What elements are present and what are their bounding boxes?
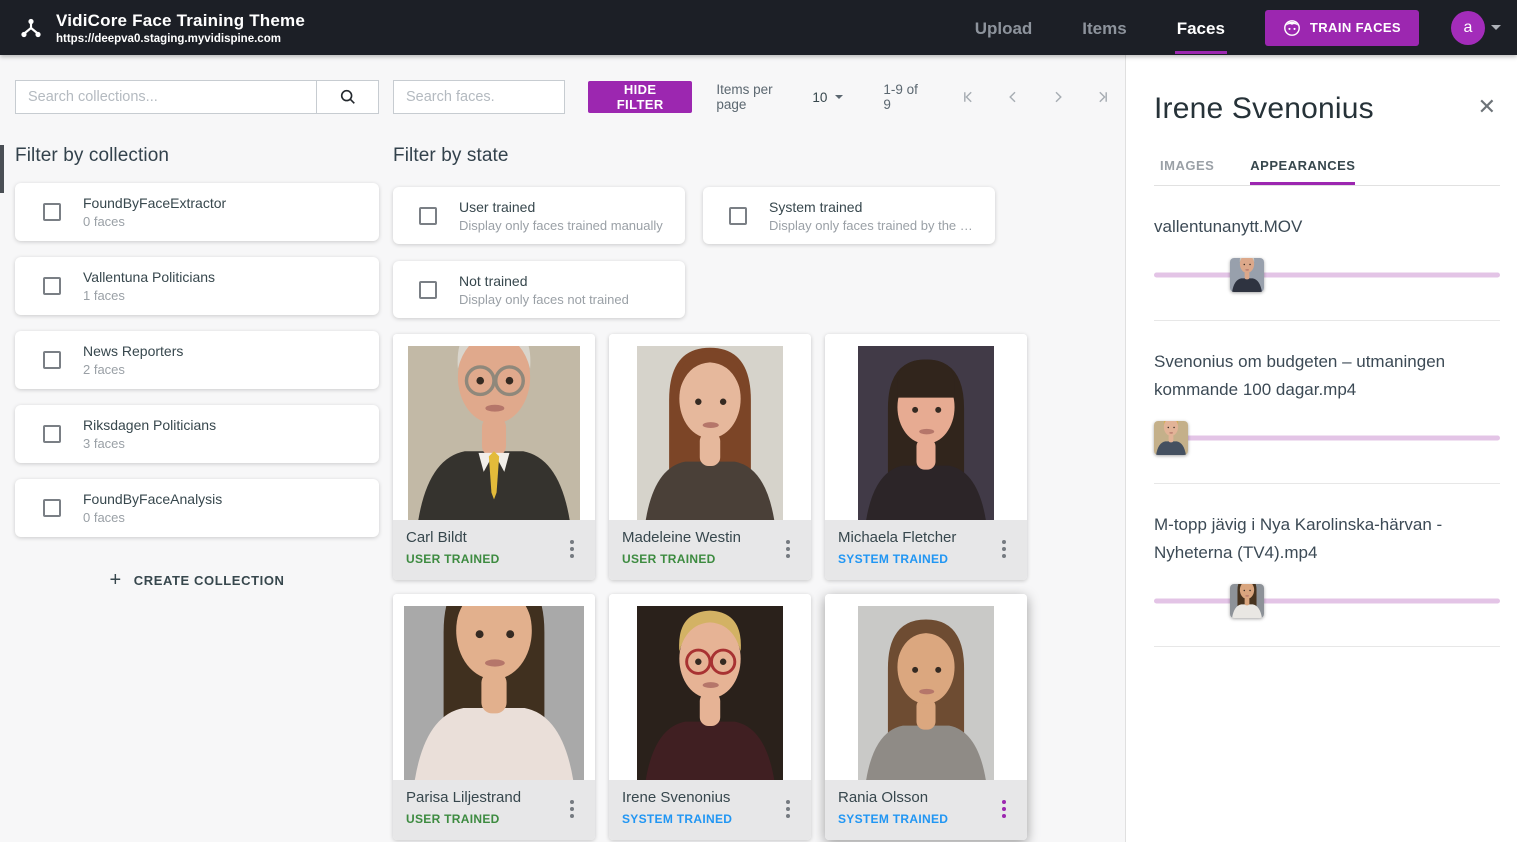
- timeline-bar: [1154, 273, 1500, 278]
- collection-checkbox[interactable]: [43, 351, 61, 369]
- state-checkbox[interactable]: [729, 207, 747, 225]
- timeline-bar: [1154, 436, 1500, 441]
- face-photo: [858, 606, 994, 780]
- vidicore-logo-icon: [14, 15, 48, 41]
- search-icon: [339, 88, 357, 106]
- nav-item-items[interactable]: Items: [1080, 2, 1128, 54]
- pagination-range: 1-9 of 9: [883, 82, 923, 112]
- nav-item-upload[interactable]: Upload: [973, 2, 1035, 54]
- card-menu-button[interactable]: [555, 789, 589, 829]
- collection-checkbox[interactable]: [43, 425, 61, 443]
- state-filter-system-trained[interactable]: System trained Display only faces traine…: [703, 187, 995, 244]
- state-checkbox[interactable]: [419, 281, 437, 299]
- chevron-down-icon: [835, 95, 843, 99]
- main-nav: Upload Items Faces: [973, 2, 1227, 54]
- collection-card[interactable]: FoundByFaceAnalysis 0 faces: [15, 479, 379, 537]
- state-filters: User trained Display only faces trained …: [393, 187, 1125, 318]
- state-checkbox[interactable]: [419, 207, 437, 225]
- previous-page-button[interactable]: [990, 84, 1035, 110]
- card-menu-button[interactable]: [987, 789, 1021, 829]
- app-header: VidiCore Face Training Theme https://dee…: [0, 0, 1517, 55]
- next-page-button[interactable]: [1035, 84, 1080, 110]
- detail-panel-title: Irene Svenonius: [1154, 92, 1474, 126]
- face-card[interactable]: Michaela Fletcher SYSTEM TRAINED: [825, 334, 1027, 580]
- last-page-button[interactable]: [1080, 84, 1125, 110]
- face-card[interactable]: Irene Svenonius SYSTEM TRAINED: [609, 594, 811, 840]
- collection-card[interactable]: Riksdagen Politicians 3 faces: [15, 405, 379, 463]
- collection-card[interactable]: Vallentuna Politicians 1 faces: [15, 257, 379, 315]
- timeline-bar: [1154, 599, 1500, 604]
- state-filter-user-trained[interactable]: User trained Display only faces trained …: [393, 187, 685, 244]
- face-photo: [858, 346, 994, 520]
- appearance-filename: M-topp jävig i Nya Karolinska-härvan - N…: [1154, 511, 1500, 567]
- timeline-thumbnail[interactable]: [1230, 258, 1264, 292]
- items-per-page-label: Items per page: [716, 82, 794, 112]
- collection-checkbox[interactable]: [43, 203, 61, 221]
- card-menu-button[interactable]: [771, 529, 805, 569]
- app-url: https://deepva0.staging.myvidispine.com: [56, 33, 305, 45]
- hide-filter-button[interactable]: HIDE FILTER: [588, 81, 692, 113]
- create-collection-button[interactable]: + CREATE COLLECTION: [99, 562, 294, 598]
- collections-search: [15, 80, 379, 114]
- face-card[interactable]: Rania Olsson SYSTEM TRAINED: [825, 594, 1027, 840]
- faces-toolbar: HIDE FILTER Items per page 10 1-9 of 9: [393, 80, 1125, 114]
- filter-by-state-title: Filter by state: [393, 145, 1125, 167]
- close-icon[interactable]: ✕: [1474, 94, 1500, 120]
- pagination: [945, 84, 1125, 110]
- appearance-item: M-topp jävig i Nya Karolinska-härvan - N…: [1154, 484, 1500, 647]
- card-menu-button[interactable]: [555, 529, 589, 569]
- collection-card[interactable]: FoundByFaceExtractor 0 faces: [15, 183, 379, 241]
- first-page-button[interactable]: [945, 84, 990, 110]
- appearance-filename: vallentunanytt.MOV: [1154, 213, 1500, 241]
- nav-item-faces[interactable]: Faces: [1175, 2, 1227, 54]
- detail-tabs: IMAGES APPEARANCES: [1154, 152, 1500, 186]
- app-title: VidiCore Face Training Theme: [56, 11, 305, 31]
- appearance-item: vallentunanytt.MOV: [1154, 186, 1500, 321]
- scrollbar-thumb[interactable]: [0, 145, 4, 193]
- appearance-timeline: [1154, 256, 1500, 294]
- collection-checkbox[interactable]: [43, 499, 61, 517]
- tab-images[interactable]: IMAGES: [1160, 152, 1214, 185]
- chevron-down-icon[interactable]: [1491, 25, 1501, 30]
- face-card[interactable]: Parisa Liljestrand USER TRAINED: [393, 594, 595, 840]
- collections-panel: Filter by collection FoundByFaceExtracto…: [15, 80, 379, 842]
- timeline-thumbnail[interactable]: [1154, 421, 1188, 455]
- faces-panel: HIDE FILTER Items per page 10 1-9 of 9: [393, 80, 1125, 842]
- timeline-thumbnail[interactable]: [1230, 584, 1264, 618]
- faces-search: [393, 80, 565, 114]
- face-photo: [408, 346, 580, 520]
- faces-grid: Carl Bildt USER TRAINED Madeleine Westin: [393, 334, 1125, 840]
- train-faces-button[interactable]: TRAIN FACES: [1265, 10, 1419, 46]
- filter-by-collection-title: Filter by collection: [15, 145, 379, 167]
- card-menu-button[interactable]: [987, 529, 1021, 569]
- face-icon: [1283, 19, 1301, 37]
- search-collections-input[interactable]: [16, 81, 316, 113]
- appearance-filename: Svenonius om budgeten – utmaningen komma…: [1154, 348, 1500, 404]
- state-filter-not-trained[interactable]: Not trained Display only faces not train…: [393, 261, 685, 318]
- search-faces-input[interactable]: [394, 81, 605, 113]
- face-photo: [404, 606, 584, 780]
- appearance-timeline: [1154, 582, 1500, 620]
- face-photo: [637, 606, 783, 780]
- appearance-item: Svenonius om budgeten – utmaningen komma…: [1154, 321, 1500, 484]
- appearance-timeline: [1154, 419, 1500, 457]
- collection-checkbox[interactable]: [43, 277, 61, 295]
- face-card[interactable]: Madeleine Westin USER TRAINED: [609, 334, 811, 580]
- tab-appearances[interactable]: APPEARANCES: [1250, 152, 1355, 185]
- face-photo: [637, 346, 783, 520]
- collection-card[interactable]: News Reporters 2 faces: [15, 331, 379, 389]
- card-menu-button[interactable]: [771, 789, 805, 829]
- avatar[interactable]: a: [1451, 11, 1485, 45]
- items-per-page-select[interactable]: 10: [812, 90, 843, 105]
- detail-panel: Irene Svenonius ✕ IMAGES APPEARANCES val…: [1125, 55, 1517, 842]
- face-card[interactable]: Carl Bildt USER TRAINED: [393, 334, 595, 580]
- search-collections-button[interactable]: [316, 81, 378, 113]
- plus-icon: +: [109, 570, 121, 590]
